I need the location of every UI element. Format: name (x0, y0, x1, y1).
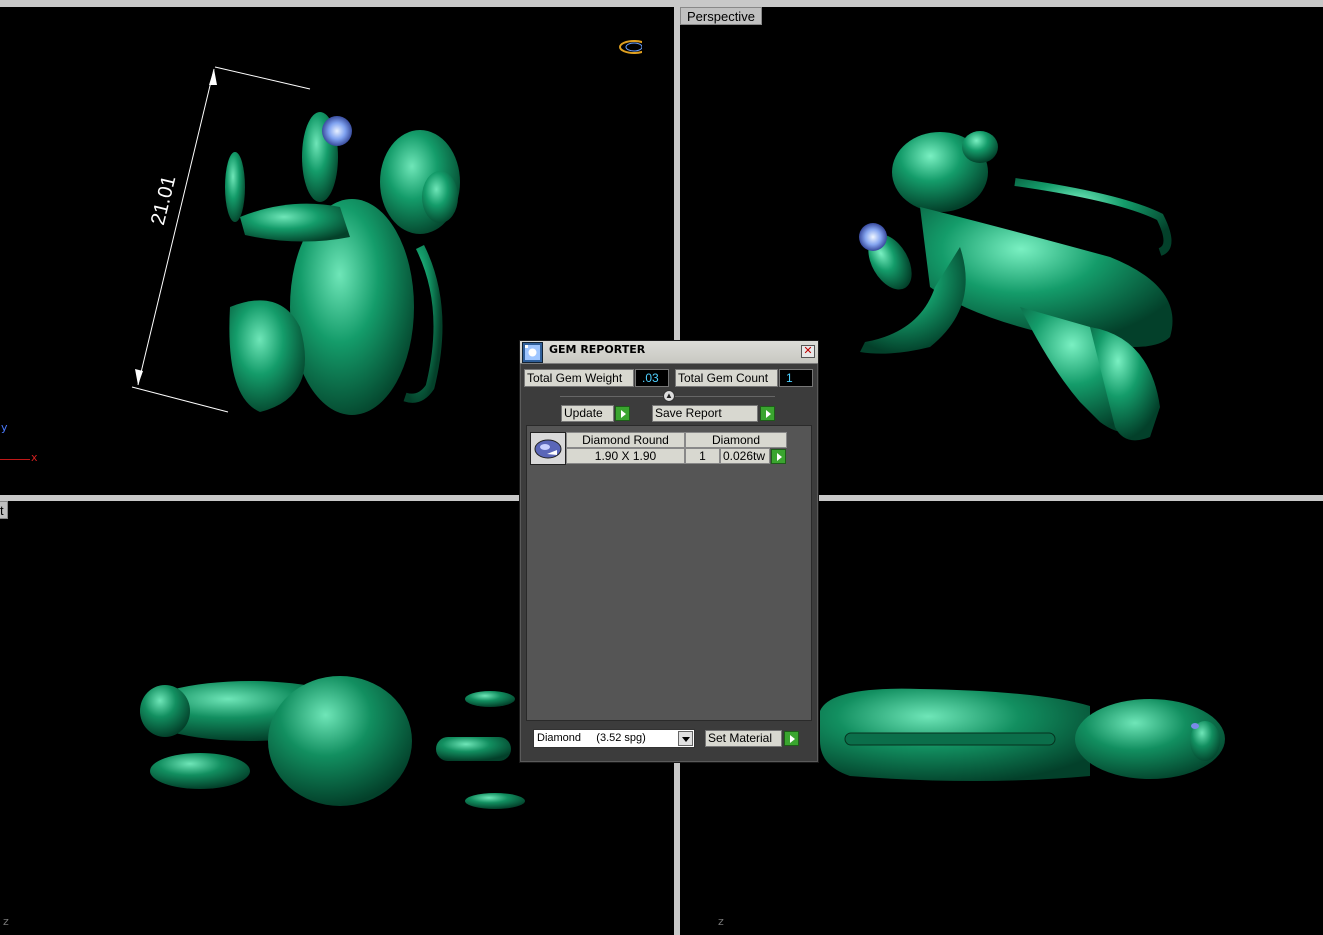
total-gem-count-label: Total Gem Count (675, 369, 778, 387)
gem-thumbnail[interactable] (530, 432, 566, 465)
gem-reporter-titlebar[interactable]: GEM REPORTER ✕ (520, 341, 818, 364)
gem-list[interactable]: Diamond Round Diamond 1.90 X 1.90 1 0.02… (526, 425, 812, 721)
gem-reporter-window[interactable]: GEM REPORTER ✕ Total Gem Weight .03 Tota… (519, 340, 819, 763)
update-go-icon[interactable] (615, 406, 630, 421)
axis-x-line (0, 459, 30, 460)
viewport-label-perspective[interactable]: Perspective (680, 7, 762, 25)
collapse-toggle-icon[interactable]: ▲ (663, 390, 675, 402)
total-gem-count-value: 1 (779, 369, 813, 387)
gem-shape-cell: Diamond Round (566, 432, 685, 448)
camera-icon[interactable] (612, 37, 642, 67)
axis-z-label-right: z (718, 915, 724, 928)
gem-size-cell: 1.90 X 1.90 (566, 448, 685, 464)
update-button[interactable]: Update (561, 405, 614, 422)
material-select-value: Diamond (3.52 spg) (537, 732, 646, 744)
gem-row-go-icon[interactable] (771, 449, 786, 464)
axis-x-label: x (31, 451, 38, 464)
axis-z-label: z (3, 915, 9, 928)
save-report-go-icon[interactable] (760, 406, 775, 421)
gem-weight-cell: 0.026tw (720, 448, 770, 464)
chevron-down-icon[interactable] (678, 731, 693, 746)
gem-reporter-title: GEM REPORTER (549, 343, 646, 356)
material-select[interactable]: Diamond (3.52 spg) (533, 729, 695, 748)
axis-y-label: y (1, 421, 8, 434)
set-material-go-icon[interactable] (784, 731, 799, 746)
total-gem-weight-value: .03 (635, 369, 669, 387)
gem-count-cell: 1 (685, 448, 720, 464)
total-gem-weight-label: Total Gem Weight (524, 369, 634, 387)
save-report-button[interactable]: Save Report (652, 405, 758, 422)
gem-material-cell: Diamond (685, 432, 787, 448)
gem-report-icon (522, 342, 543, 363)
viewport-label-front[interactable]: t (0, 501, 8, 519)
close-button[interactable]: ✕ (801, 345, 815, 358)
set-material-button[interactable]: Set Material (705, 730, 782, 747)
